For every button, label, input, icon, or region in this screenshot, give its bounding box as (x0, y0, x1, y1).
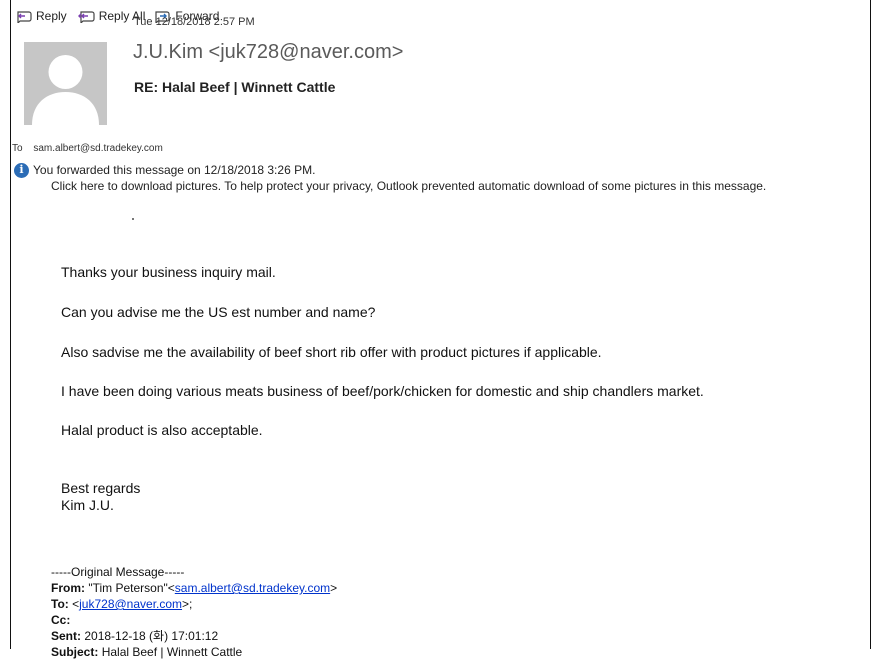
original-from: From: "Tim Peterson"<sam.albert@sd.trade… (51, 580, 337, 596)
from-end: > (330, 581, 338, 595)
to-email-link[interactable]: juk728@naver.com (79, 597, 182, 611)
reply-button[interactable]: Reply (16, 9, 67, 23)
avatar-placeholder-icon (32, 55, 99, 125)
message-date: Tue 12/18/2018 2:57 PM (134, 16, 255, 28)
orig-to-label: To: (51, 597, 69, 611)
message-frame (10, 0, 871, 649)
original-message: -----Original Message----- From: "Tim Pe… (51, 564, 337, 660)
orig-subject-value: Halal Beef | Winnett Cattle (101, 645, 243, 659)
from-email-link[interactable]: sam.albert@sd.tradekey.com (175, 581, 330, 595)
sent-value: 2018-12-18 (화) 17:01:12 (84, 629, 219, 643)
reply-icon (17, 11, 32, 23)
reply-all-icon (77, 11, 95, 23)
original-header: -----Original Message----- (51, 565, 185, 579)
cc-label: Cc: (51, 613, 71, 627)
body-line-4: I have been doing various meats business… (61, 383, 704, 399)
original-to: To: <juk728@naver.com>; (51, 596, 337, 612)
sender-name[interactable]: J.U.Kim <juk728@naver.com> (133, 41, 403, 64)
info-icon: i (14, 162, 29, 178)
recipient-line: To sam.albert@sd.tradekey.com (12, 143, 163, 154)
body-line-3: Also sadvise me the availability of beef… (61, 344, 602, 360)
original-cc: Cc: (51, 612, 337, 628)
from-label: From: (51, 581, 85, 595)
signature-line: Kim J.U. (61, 497, 114, 513)
download-pictures-link[interactable]: Click here to download pictures. To help… (51, 178, 766, 194)
body-line-1: Thanks your business inquiry mail. (61, 264, 276, 280)
reply-label: Reply (36, 9, 67, 23)
orig-subject-label: Subject: (51, 645, 99, 659)
original-sent: Sent: 2018-12-18 (화) 17:01:12 (51, 628, 337, 644)
spacer-dot (132, 218, 134, 220)
original-subject: Subject: Halal Beef | Winnett Cattle (51, 644, 337, 660)
from-name: "Tim Peterson"< (88, 581, 175, 595)
body-line-2: Can you advise me the US est number and … (61, 304, 376, 320)
recipient-address[interactable]: sam.albert@sd.tradekey.com (33, 143, 162, 154)
sent-label: Sent: (51, 629, 81, 643)
closing-line: Best regards (61, 480, 141, 496)
message-subject: RE: Halal Beef | Winnett Cattle (134, 79, 336, 95)
forwarded-notice: You forwarded this message on 12/18/2018… (33, 163, 316, 177)
to-label: To (12, 143, 23, 154)
info-bar: i You forwarded this message on 12/18/20… (14, 162, 766, 194)
body-line-5: Halal product is also acceptable. (61, 422, 263, 438)
sender-avatar (24, 42, 107, 125)
to-end: >; (182, 597, 193, 611)
